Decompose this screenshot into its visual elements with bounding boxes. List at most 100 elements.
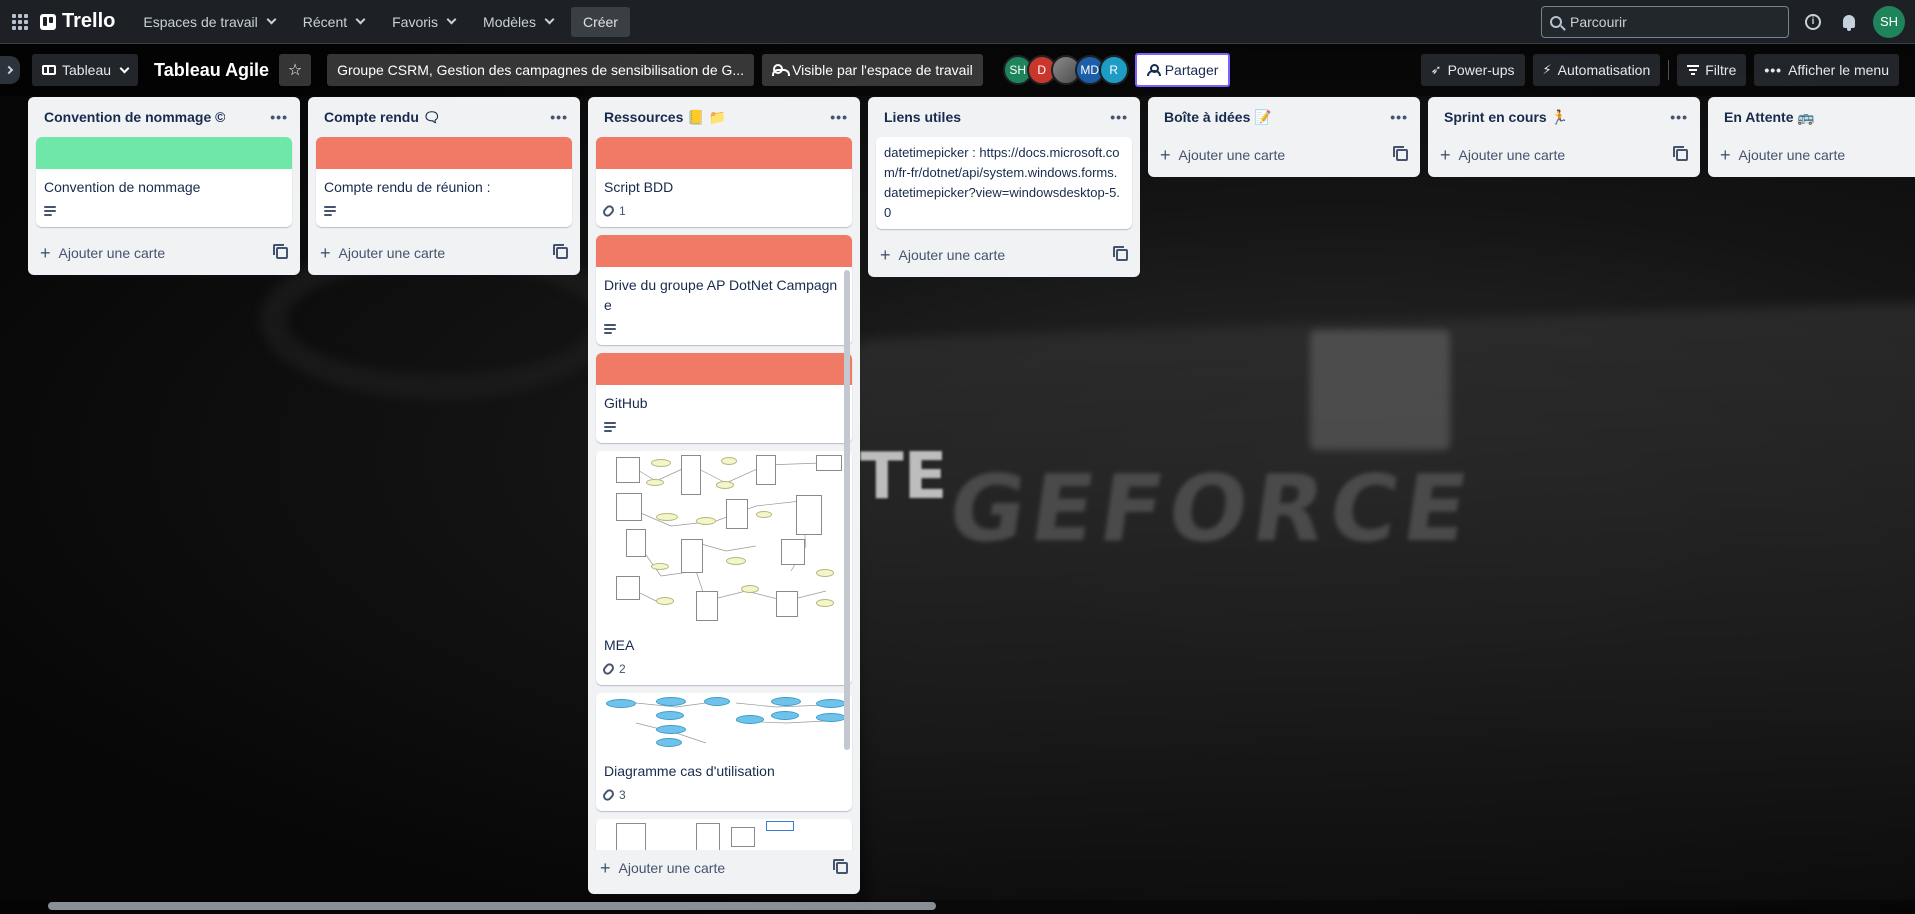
list-menu-icon[interactable]: ••• bbox=[1110, 109, 1128, 125]
attachment-count: 1 bbox=[619, 204, 626, 218]
plus-icon: + bbox=[320, 243, 331, 263]
list-en-attente: En Attente 🚌 + Ajouter une carte bbox=[1708, 97, 1915, 177]
member-avatar[interactable]: R bbox=[1098, 55, 1129, 85]
list-menu-icon[interactable]: ••• bbox=[830, 109, 848, 125]
chevron-down-icon bbox=[544, 14, 555, 25]
list-title[interactable]: En Attente 🚌 bbox=[1724, 109, 1815, 126]
add-card-button[interactable]: + Ajouter une carte bbox=[868, 237, 1140, 273]
rocket-icon: ➶ bbox=[1430, 62, 1442, 77]
create-button[interactable]: Créer bbox=[570, 6, 630, 37]
nav-workspaces[interactable]: Espaces de travail bbox=[133, 8, 284, 36]
chevron-right-icon bbox=[4, 65, 13, 75]
list-title[interactable]: Ressources 📒 📁 bbox=[604, 109, 726, 126]
add-card-label: Ajouter une carte bbox=[1738, 147, 1846, 163]
board-title[interactable]: Tableau Agile bbox=[154, 60, 269, 81]
card-template-icon[interactable] bbox=[1393, 146, 1408, 161]
card[interactable]: Compte rendu de réunion : bbox=[316, 137, 572, 227]
information-button[interactable]: i bbox=[1801, 10, 1825, 34]
notifications-button[interactable] bbox=[1837, 10, 1861, 34]
list-title[interactable]: Sprint en cours 🏃 bbox=[1444, 109, 1568, 126]
list-convention-de-nommage: Convention de nommage © ••• Convention d… bbox=[28, 97, 300, 275]
visibility-label: Visible par l'espace de travail bbox=[792, 62, 973, 78]
chevron-down-icon bbox=[119, 63, 130, 73]
card[interactable]: datetimepicker : https://docs.microsoft.… bbox=[876, 137, 1132, 229]
view-switcher-button[interactable]: Tableau bbox=[32, 54, 139, 86]
star-board-button[interactable]: ☆ bbox=[279, 54, 312, 86]
visibility-button[interactable]: Visible par l'espace de travail bbox=[762, 54, 983, 86]
add-card-button[interactable]: + Ajouter une carte bbox=[28, 235, 300, 271]
add-person-icon bbox=[1146, 64, 1161, 76]
card-cover bbox=[596, 137, 852, 169]
workspace-button[interactable]: Groupe CSRM, Gestion des campagnes de se… bbox=[327, 54, 755, 86]
list-boite-a-idees: Boîte à idées 📝 ••• + Ajouter une carte bbox=[1148, 97, 1420, 177]
account-avatar[interactable]: SH bbox=[1873, 5, 1905, 38]
add-card-label: Ajouter une carte bbox=[1458, 147, 1566, 163]
card[interactable]: Script BDD 1 bbox=[596, 137, 852, 227]
card[interactable] bbox=[596, 819, 852, 850]
card[interactable]: MEA 2 bbox=[596, 451, 852, 685]
card[interactable]: GitHub bbox=[596, 353, 852, 443]
show-menu-label: Afficher le menu bbox=[1788, 62, 1889, 78]
bell-icon bbox=[1843, 15, 1855, 31]
list-title[interactable]: Liens utiles bbox=[884, 109, 961, 125]
trello-logo[interactable]: Trello bbox=[40, 10, 115, 33]
list-vertical-scrollbar[interactable] bbox=[844, 270, 850, 750]
power-ups-button[interactable]: ➶ Power-ups bbox=[1420, 54, 1525, 86]
card[interactable]: Convention de nommage bbox=[36, 137, 292, 227]
list-title[interactable]: Boîte à idées 📝 bbox=[1164, 109, 1272, 126]
description-icon bbox=[604, 422, 616, 432]
show-menu-button[interactable]: ••• Afficher le menu bbox=[1754, 54, 1899, 86]
power-ups-label: Power-ups bbox=[1447, 62, 1515, 78]
table-view-icon bbox=[42, 65, 56, 75]
card-template-icon[interactable] bbox=[1113, 246, 1128, 261]
list-menu-icon[interactable]: ••• bbox=[270, 109, 288, 125]
filter-icon bbox=[1687, 65, 1700, 75]
card-template-icon[interactable] bbox=[1673, 146, 1688, 161]
add-card-label: Ajouter une carte bbox=[1178, 147, 1286, 163]
add-card-button[interactable]: + Ajouter une carte bbox=[588, 850, 860, 886]
er-diagram-cover-image bbox=[596, 451, 852, 627]
automation-label: Automatisation bbox=[1557, 62, 1651, 78]
workspace-visibility-icon bbox=[772, 64, 791, 76]
list-menu-icon[interactable]: ••• bbox=[550, 109, 568, 125]
plus-icon: + bbox=[1160, 145, 1171, 165]
automation-button[interactable]: ⚡ Automatisation bbox=[1532, 54, 1661, 86]
top-navigation: Trello Espaces de travail Récent Favoris… bbox=[0, 0, 1915, 44]
nav-templates[interactable]: Modèles bbox=[473, 8, 563, 36]
plus-icon: + bbox=[600, 858, 611, 878]
list-title[interactable]: Convention de nommage © bbox=[44, 109, 225, 125]
card-cover bbox=[316, 137, 572, 169]
nav-favorites[interactable]: Favoris bbox=[382, 8, 465, 36]
list-title[interactable]: Compte rendu 🗨 bbox=[324, 109, 441, 126]
filter-label: Filtre bbox=[1705, 62, 1737, 78]
brand-name: Trello bbox=[62, 10, 116, 32]
card-template-icon[interactable] bbox=[273, 244, 288, 259]
chevron-down-icon bbox=[446, 14, 457, 25]
card-template-icon[interactable] bbox=[553, 244, 568, 259]
add-card-button[interactable]: + Ajouter une carte bbox=[1708, 137, 1915, 173]
card-title: Script BDD bbox=[604, 179, 674, 195]
chevron-down-icon bbox=[266, 14, 277, 25]
plus-icon: + bbox=[40, 243, 51, 263]
header-divider bbox=[1668, 60, 1670, 80]
add-card-button[interactable]: + Ajouter une carte bbox=[1428, 137, 1700, 173]
search-icon bbox=[1550, 15, 1562, 28]
search-box[interactable] bbox=[1541, 5, 1789, 38]
share-button[interactable]: Partager bbox=[1134, 53, 1231, 87]
search-input[interactable] bbox=[1570, 13, 1770, 30]
app-switcher-icon[interactable] bbox=[8, 10, 32, 34]
card[interactable]: Diagramme cas d'utilisation 3 bbox=[596, 693, 852, 811]
add-card-button[interactable]: + Ajouter une carte bbox=[1148, 137, 1420, 173]
card[interactable]: Drive du groupe AP DotNet Campagne bbox=[596, 235, 852, 345]
list-menu-icon[interactable]: ••• bbox=[1390, 109, 1408, 125]
list-menu-icon[interactable]: ••• bbox=[1670, 109, 1688, 125]
add-card-button[interactable]: + Ajouter une carte bbox=[308, 235, 580, 271]
filter-button[interactable]: Filtre bbox=[1677, 54, 1747, 86]
board-horizontal-scrollbar[interactable] bbox=[48, 902, 936, 910]
nav-recent[interactable]: Récent bbox=[293, 8, 374, 36]
nav-recent-label: Récent bbox=[302, 13, 348, 30]
add-card-label: Ajouter une carte bbox=[898, 247, 1006, 263]
expand-sidebar-button[interactable] bbox=[0, 56, 20, 84]
plus-icon: + bbox=[880, 245, 891, 265]
card-template-icon[interactable] bbox=[833, 859, 848, 874]
